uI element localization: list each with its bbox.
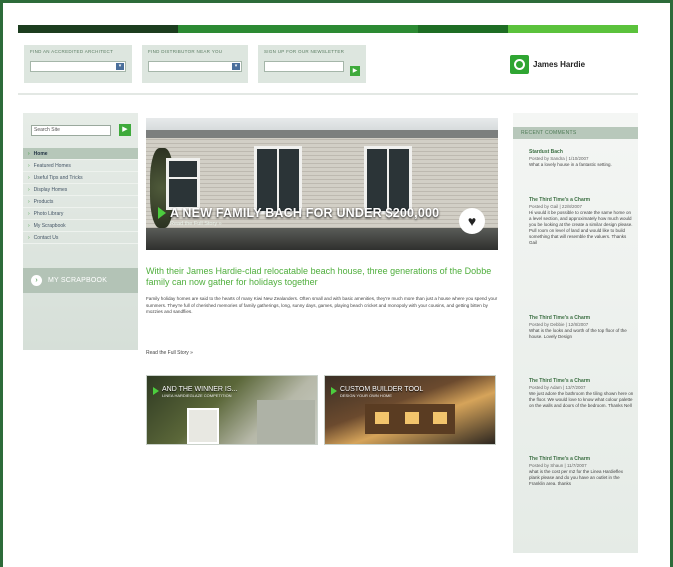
architect-select[interactable]: ▾ xyxy=(30,61,126,72)
search-input[interactable]: Search Site xyxy=(31,125,111,136)
newsletter-go-button[interactable]: ▶ xyxy=(350,66,360,76)
read-more-link[interactable]: Read the Full Story » xyxy=(146,350,193,356)
comment-item[interactable]: The Third Time's a Charm Posted by Gail … xyxy=(529,197,634,246)
hero-read-link[interactable]: Read the Full Story » xyxy=(170,221,439,227)
chevron-down-icon: ▾ xyxy=(232,63,240,70)
bullet-icon: › xyxy=(28,211,30,217)
architect-finder-label: FIND AN ACCREDITED ARCHITECT xyxy=(30,49,114,54)
newsletter-label: SIGN UP FOR OUR NEWSLETTER xyxy=(264,49,345,54)
comment-item[interactable]: The Third Time's a Charm Posted by Adam … xyxy=(529,378,634,409)
distributor-finder-label: FIND DISTRIBUTOR NEAR YOU xyxy=(148,49,223,54)
hero-banner[interactable]: A NEW FAMILY BACH FOR UNDER $200,000 Rea… xyxy=(146,118,498,250)
hero-window xyxy=(166,158,200,210)
recent-comments-sidebar: RECENT COMMENTS Stardust Bach Posted by … xyxy=(513,113,638,553)
distributor-finder: FIND DISTRIBUTOR NEAR YOU ▾ xyxy=(142,45,248,83)
recent-comments-heading: RECENT COMMENTS xyxy=(513,127,638,139)
search-go-button[interactable]: ▶ xyxy=(119,124,131,136)
sidebar-item-photo-library[interactable]: › Photo Library xyxy=(23,208,138,220)
logo-text: James Hardie xyxy=(533,60,586,69)
article-headline: With their James Hardie-clad relocatable… xyxy=(146,266,492,287)
bullet-icon: › xyxy=(28,223,30,229)
bullet-icon: › xyxy=(28,163,30,169)
bullet-icon: › xyxy=(28,151,30,157)
left-sidebar: Search Site ▶ › Home › Featured Homes › Use… xyxy=(23,113,138,350)
promo-winner-title: AND THE WINNER IS... xyxy=(162,386,238,393)
sidebar-item-products[interactable]: › Products xyxy=(23,196,138,208)
newsletter-signup: SIGN UP FOR OUR NEWSLETTER ▶ xyxy=(258,45,366,83)
add-to-scrapbook-icon[interactable]: ♥ xyxy=(459,208,485,234)
promo-builder-subtitle: DESIGN YOUR OWN HOME xyxy=(340,393,392,398)
play-arrow-icon xyxy=(153,387,159,395)
bullet-icon: › xyxy=(28,175,30,181)
my-scrapbook-button[interactable]: › MY SCRAPBOOK xyxy=(23,268,138,293)
bullet-icon: › xyxy=(28,235,30,241)
my-scrapbook-label: MY SCRAPBOOK xyxy=(48,277,108,284)
promo-winner[interactable]: AND THE WINNER IS... LINEA HARDIEGLAZE C… xyxy=(146,375,318,445)
hero-window xyxy=(364,146,412,214)
comment-item[interactable]: Stardust Bach Posted by Sandra | 1/10/20… xyxy=(529,149,634,168)
sidebar-item-featured-homes[interactable]: › Featured Homes xyxy=(23,160,138,172)
comment-item[interactable]: The Third Time's a Charm Posted by Debbi… xyxy=(529,315,634,340)
header: FIND AN ACCREDITED ARCHITECT ▾ FIND DIST… xyxy=(18,33,638,93)
bullet-icon: › xyxy=(28,187,30,193)
top-color-bar xyxy=(18,25,638,33)
article-body: Family holiday homes are said to the hea… xyxy=(146,296,498,314)
promo-builder-title: CUSTOM BUILDER TOOL xyxy=(340,386,424,393)
newsletter-input[interactable] xyxy=(264,61,344,72)
architect-finder: FIND AN ACCREDITED ARCHITECT ▾ xyxy=(24,45,132,83)
arrow-right-icon: › xyxy=(31,275,42,286)
hero-window xyxy=(254,146,302,214)
bullet-icon: › xyxy=(28,199,30,205)
sidebar-item-tips[interactable]: › Useful Tips and Tricks xyxy=(23,172,138,184)
hero-title: A NEW FAMILY BACH FOR UNDER $200,000 xyxy=(170,206,440,220)
sidebar-item-contact[interactable]: › Contact Us xyxy=(23,232,138,244)
hero-caption[interactable]: A NEW FAMILY BACH FOR UNDER $200,000 Rea… xyxy=(158,206,439,227)
play-arrow-icon xyxy=(331,387,337,395)
sidebar-item-home[interactable]: › Home xyxy=(23,148,138,160)
chevron-down-icon: ▾ xyxy=(116,63,124,70)
header-divider xyxy=(18,93,638,95)
distributor-select[interactable]: ▾ xyxy=(148,61,242,72)
sidebar-nav: › Home › Featured Homes › Useful Tips and T… xyxy=(23,148,138,244)
comment-item[interactable]: The Third Time's a Charm Posted by Shaun… xyxy=(529,456,634,487)
promo-custom-builder[interactable]: CUSTOM BUILDER TOOL DESIGN YOUR OWN HOME xyxy=(324,375,496,445)
sidebar-item-display-homes[interactable]: › Display Homes xyxy=(23,184,138,196)
sidebar-item-scrapbook[interactable]: › My Scrapbook xyxy=(23,220,138,232)
play-arrow-icon xyxy=(158,207,166,219)
james-hardie-logo[interactable]: James Hardie xyxy=(510,55,585,74)
logo-mark-icon xyxy=(510,55,529,74)
promo-winner-subtitle: LINEA HARDIEGLAZE COMPETITION xyxy=(162,393,232,398)
